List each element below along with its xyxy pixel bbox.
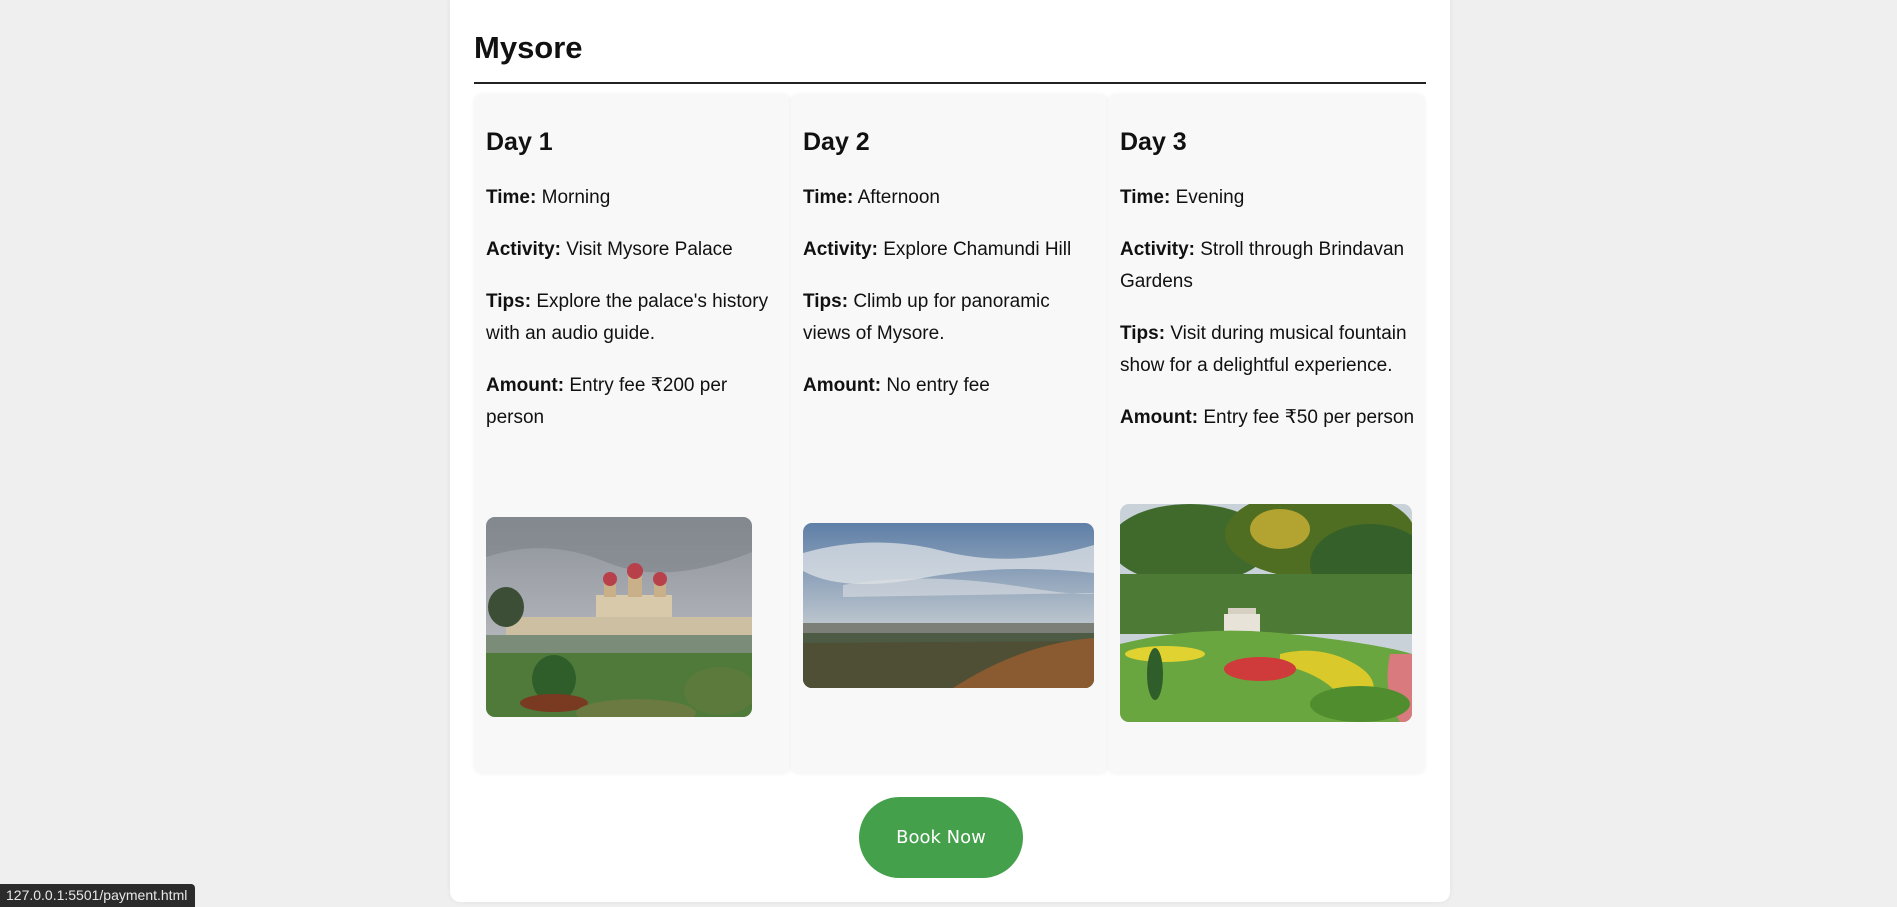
city-title: Mysore: [474, 30, 583, 65]
itinerary-panel: Mysore Day 1 Time: Morning Activity: Vis…: [450, 0, 1450, 902]
status-bar-url: 127.0.0.1:5501/payment.html: [0, 884, 196, 907]
time-field: Time: Afternoon: [803, 187, 940, 208]
day-title: Day 2: [803, 128, 870, 156]
activity-field: Activity: Visit Mysore Palace: [486, 239, 733, 260]
mysore-palace-photo: [486, 517, 752, 717]
day-card-3: Day 3 Time: Evening Activity: Stroll thr…: [1108, 94, 1425, 774]
day-title: Day 1: [486, 128, 553, 156]
day-title: Day 3: [1120, 128, 1187, 156]
amount-field: Amount: Entry fee ₹50 per person: [1120, 407, 1415, 428]
activity-field: Activity: Stroll through Brindavan Garde…: [1120, 239, 1405, 292]
day-card-1: Day 1 Time: Morning Activity: Visit Myso…: [474, 94, 791, 774]
time-field: Time: Evening: [1120, 187, 1245, 208]
book-now-button[interactable]: Book Now: [859, 797, 1023, 878]
activity-field: Activity: Explore Chamundi Hill: [803, 239, 1072, 260]
tips-field: Tips: Climb up for panoramic views of My…: [803, 291, 1050, 344]
title-divider: [474, 82, 1426, 84]
amount-field: Amount: Entry fee ₹200 per person: [486, 375, 728, 428]
brindavan-gardens-photo: [1120, 504, 1412, 722]
tips-field: Tips: Explore the palace's history with …: [486, 291, 769, 344]
day-card-2: Day 2 Time: Afternoon Activity: Explore …: [791, 94, 1108, 774]
tips-field: Tips: Visit during musical fountain show…: [1120, 323, 1407, 376]
chamundi-hill-photo: [803, 523, 1094, 688]
amount-field: Amount: No entry fee: [803, 375, 990, 396]
day-cards: Day 1 Time: Morning Activity: Visit Myso…: [474, 94, 1426, 774]
time-field: Time: Morning: [486, 187, 611, 208]
